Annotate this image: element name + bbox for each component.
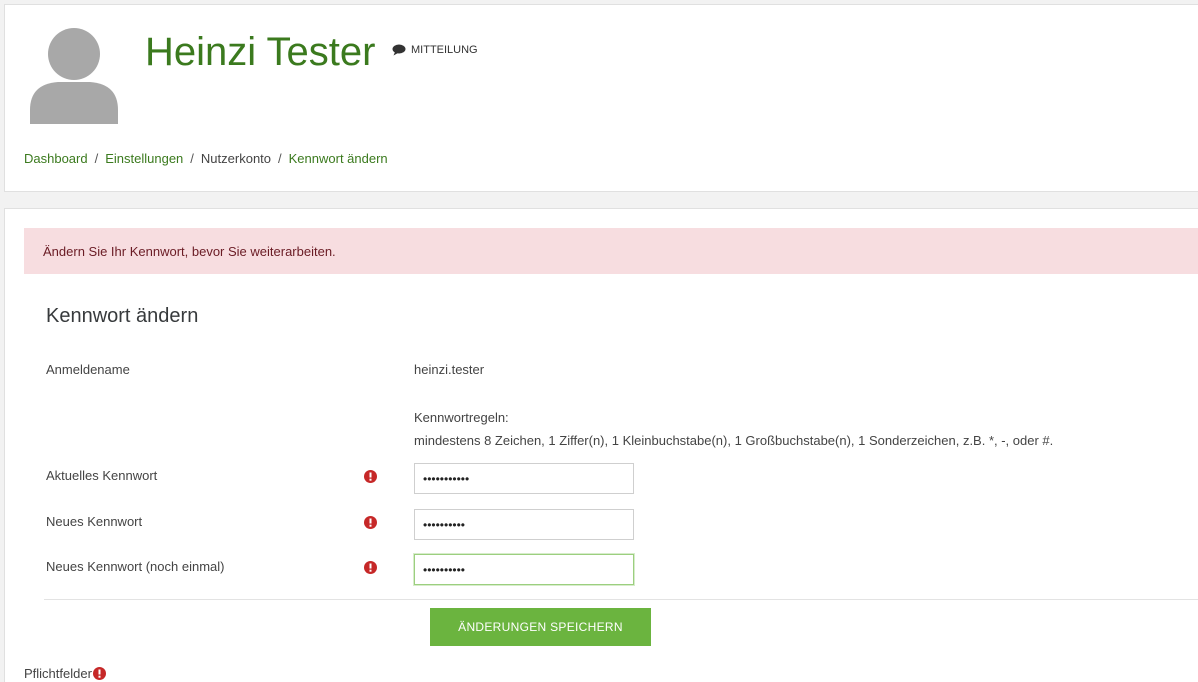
message-button[interactable]: MITTEILUNG [392, 44, 478, 56]
new-password-again-label: Neues Kennwort (noch einmal) [46, 559, 225, 574]
breadcrumb-kennwort-aendern[interactable]: Kennwort ändern [289, 151, 388, 166]
alert-text: Ändern Sie Ihr Kennwort, bevor Sie weite… [43, 243, 336, 259]
user-avatar-icon [30, 28, 118, 124]
message-label: MITTEILUNG [411, 44, 478, 56]
required-fields-note: Pflichtfelder [24, 666, 106, 681]
breadcrumb-dashboard[interactable]: Dashboard [24, 151, 88, 166]
breadcrumb-einstellungen[interactable]: Einstellungen [105, 151, 183, 166]
exclamation-circle-icon [364, 561, 377, 574]
username-label: Anmeldename [46, 362, 130, 377]
exclamation-circle-icon [92, 667, 106, 680]
current-password-label: Aktuelles Kennwort [46, 468, 158, 483]
exclamation-circle-icon [364, 470, 377, 483]
new-password-input[interactable] [414, 509, 634, 540]
password-rules: Kennwortregeln: mindestens 8 Zeichen, 1 … [414, 406, 1053, 452]
breadcrumb-separator: / [94, 151, 99, 166]
speech-bubble-icon [392, 44, 406, 56]
save-changes-button[interactable]: ÄNDERUNGEN SPEICHERN [430, 608, 651, 646]
form-title: Kennwort ändern [46, 305, 199, 327]
breadcrumb: Dashboard / Einstellungen / Nutzerkonto … [24, 151, 388, 166]
password-rules-text: mindestens 8 Zeichen, 1 Ziffer(n), 1 Kle… [414, 433, 1054, 448]
breadcrumb-separator: / [190, 151, 194, 166]
exclamation-circle-icon [364, 516, 377, 529]
form-divider [44, 599, 1198, 600]
breadcrumb-nutzerkonto: Nutzerkonto [200, 151, 272, 166]
password-rules-title: Kennwortregeln: [414, 410, 509, 425]
breadcrumb-separator: / [278, 151, 282, 166]
user-full-name: Heinzi Tester [145, 30, 376, 74]
required-fields-label: Pflichtfelder [24, 666, 92, 681]
new-password-label: Neues Kennwort [46, 514, 143, 529]
current-password-input[interactable] [414, 463, 634, 494]
new-password-again-input[interactable] [414, 554, 634, 585]
password-change-alert: Ändern Sie Ihr Kennwort, bevor Sie weite… [24, 228, 1198, 274]
username-value: heinzi.tester [414, 362, 485, 377]
